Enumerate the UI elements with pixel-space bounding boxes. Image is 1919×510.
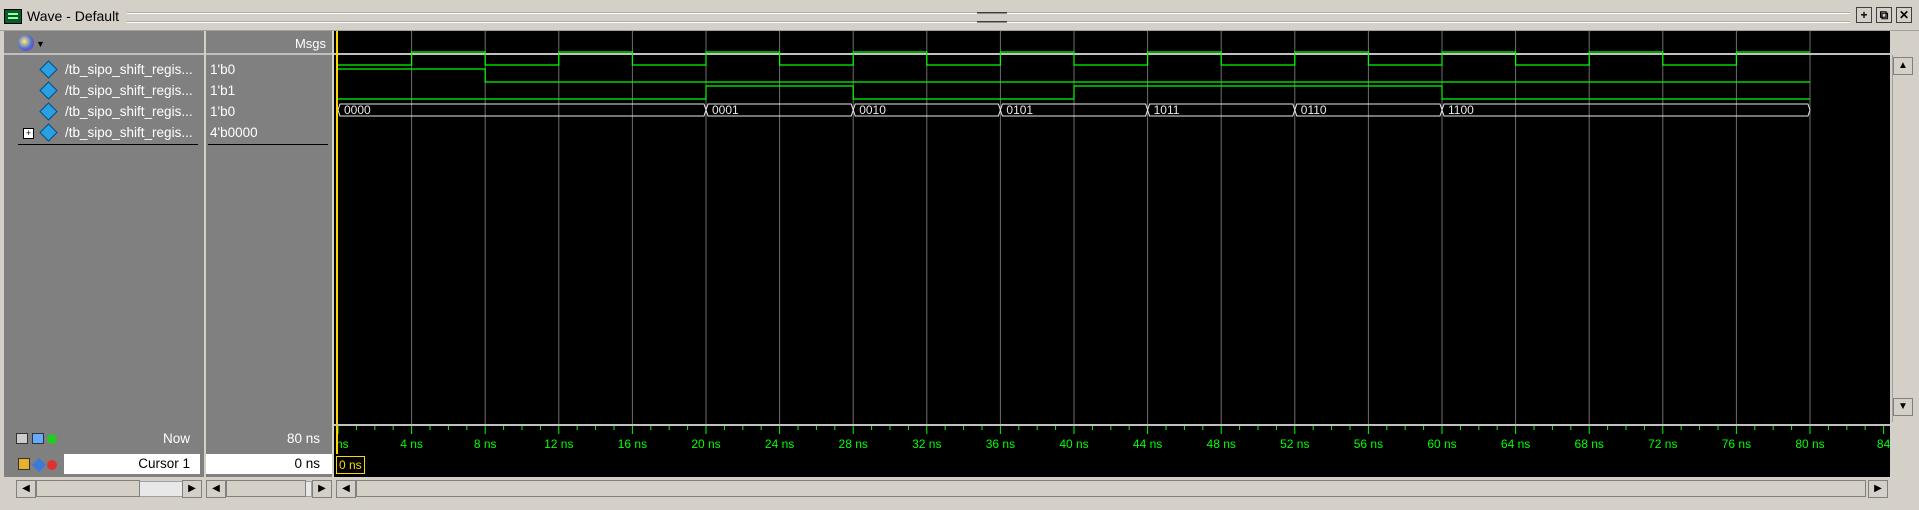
ruler-tick-label: 36 ns xyxy=(986,437,1015,451)
waveform-canvas[interactable]: 0000 0001 0010 0101 1011 0110 1100 xyxy=(334,31,1890,424)
now-toolbar-icons[interactable] xyxy=(16,432,60,444)
ruler-tick-label: 20 ns xyxy=(691,437,720,451)
waveform-header-strip xyxy=(1892,31,1914,55)
bus-segment xyxy=(337,103,707,117)
ruler-tick-label: 4 ns xyxy=(400,437,423,451)
signal-row-bus[interactable]: + /tb_sipo_shift_regis... xyxy=(4,123,204,143)
ruler-tick-label: 16 ns xyxy=(618,437,647,451)
ruler-tick-label: 64 ns xyxy=(1501,437,1530,451)
signal-name: /tb_sipo_shift_regis... xyxy=(65,125,193,140)
names-header: ▼ xyxy=(4,31,204,55)
scroll-up-icon[interactable]: ▲ xyxy=(1893,57,1913,75)
msgs-header: Msgs xyxy=(206,31,332,55)
waveform-hscrollbar[interactable]: ◀ ▶ xyxy=(334,478,1890,500)
digital-waveform xyxy=(338,51,1810,66)
msgs-label: Msgs xyxy=(294,36,326,51)
bus-value-label: 0010 xyxy=(859,103,886,117)
expand-plus-icon[interactable]: + xyxy=(23,128,34,139)
vertical-scrollbar[interactable]: ▲ ▼ xyxy=(1892,55,1914,422)
ruler-tick-label: 68 ns xyxy=(1575,437,1604,451)
ruler-tick-label: 60 ns xyxy=(1427,437,1456,451)
signal-row[interactable]: /tb_sipo_shift_regis... xyxy=(4,60,204,80)
ruler-tick-label: 12 ns xyxy=(544,437,573,451)
timeline-ruler[interactable]: ns 4 ns 8 ns 12 ns 16 ns 20 ns 24 ns 28 ns 32 ns… xyxy=(334,424,1890,477)
signal-diamond-icon xyxy=(39,60,58,79)
ruler-tick-label: 84 xyxy=(1877,437,1890,451)
signal-row[interactable]: /tb_sipo_shift_regis... xyxy=(4,81,204,101)
now-value: 80 ns xyxy=(286,431,320,446)
bus-value-label: 0110 xyxy=(1301,103,1327,117)
titlebar-grip-left xyxy=(127,12,977,23)
ruler-tick-label: 80 ns xyxy=(1795,437,1824,451)
bus-value-label: 0000 xyxy=(344,103,371,117)
now-label: Now xyxy=(162,431,190,446)
scroll-left-icon[interactable]: ◀ xyxy=(336,480,356,498)
titlebar-grip-center[interactable] xyxy=(977,12,1007,23)
undock-icon[interactable]: ⧉ xyxy=(1876,7,1892,23)
signal-name: /tb_sipo_shift_regis... xyxy=(65,104,193,119)
signal-value: 1'b0 xyxy=(210,62,236,77)
ruler-tick-label: 28 ns xyxy=(839,437,868,451)
wave-tools-icon[interactable] xyxy=(18,35,34,51)
scroll-thumb[interactable] xyxy=(36,480,140,497)
ruler-tick-label: 56 ns xyxy=(1354,437,1383,451)
names-hscrollbar[interactable]: ◀ ▶ xyxy=(4,478,204,500)
time-ruler[interactable]: ns 4 ns 8 ns 12 ns 16 ns 20 ns 24 ns 28 ns 32 ns… xyxy=(334,424,1890,477)
wave-app-icon xyxy=(4,9,22,24)
signal-diamond-icon xyxy=(39,123,58,142)
cursor-toolbar-icons[interactable] xyxy=(18,457,62,473)
scroll-left-icon[interactable]: ◀ xyxy=(206,480,226,498)
window-title: Wave - Default xyxy=(27,8,120,24)
signal-value: 1'b1 xyxy=(210,83,236,98)
signal-diamond-icon xyxy=(39,81,58,100)
bus-value-label: 1011 xyxy=(1154,103,1180,117)
signal-value: 1'b0 xyxy=(210,104,236,119)
cursor-value-field[interactable]: 0 ns xyxy=(206,454,332,474)
ruler-tick-label: 32 ns xyxy=(912,437,941,451)
ruler-tick-label: 48 ns xyxy=(1207,437,1236,451)
scroll-right-icon[interactable]: ▶ xyxy=(312,480,332,498)
ruler-tick-label: 72 ns xyxy=(1648,437,1677,451)
bus-value-label: 0101 xyxy=(1006,103,1033,117)
close-icon[interactable]: ✕ xyxy=(1896,7,1912,23)
add-pane-icon[interactable]: + xyxy=(1856,7,1872,23)
ruler-tick-label: 76 ns xyxy=(1722,437,1751,451)
chevron-down-icon[interactable]: ▼ xyxy=(36,39,45,49)
signal-value: 4'b0000 xyxy=(210,125,258,140)
row-divider xyxy=(18,144,198,145)
cursor-values-pane: 80 ns 0 ns xyxy=(206,424,332,477)
signal-names-pane[interactable]: ▼ /tb_sipo_shift_regis... /tb_sipo_shift… xyxy=(4,31,204,424)
cursor-time-marker[interactable]: 0 ns xyxy=(336,456,365,474)
ruler-tick-label: 8 ns xyxy=(474,437,497,451)
scroll-right-icon[interactable]: ▶ xyxy=(182,480,202,498)
scroll-down-icon[interactable]: ▼ xyxy=(1893,398,1913,416)
signal-values-pane[interactable]: Msgs 1'b0 1'b1 1'b0 4'b0000 xyxy=(206,31,332,424)
ruler-tick-label: 40 ns xyxy=(1059,437,1088,451)
titlebar-grip-right xyxy=(1007,12,1850,23)
bus-segment xyxy=(1441,103,1811,117)
waveform-pane[interactable]: 0000 0001 0010 0101 1011 0110 1100 xyxy=(334,31,1890,424)
values-hscrollbar[interactable]: ◀ ▶ xyxy=(206,478,332,500)
ruler-tick-label: 52 ns xyxy=(1280,437,1309,451)
bus-value-label: 0001 xyxy=(712,103,739,117)
ruler-tick-label: 24 ns xyxy=(765,437,794,451)
cursor-value: 0 ns xyxy=(294,456,320,471)
row-divider xyxy=(208,144,328,145)
window-titlebar[interactable]: Wave - Default + ⧉ ✕ xyxy=(0,0,1919,31)
signal-name: /tb_sipo_shift_regis... xyxy=(65,62,193,77)
ruler-tick-label: 44 ns xyxy=(1133,437,1162,451)
scroll-left-icon[interactable]: ◀ xyxy=(16,480,36,498)
scroll-thumb[interactable] xyxy=(226,480,306,497)
bus-value-label: 1100 xyxy=(1448,103,1474,117)
cursor-names-pane: Now Cursor 1 xyxy=(4,424,204,477)
scroll-right-icon[interactable]: ▶ xyxy=(1868,480,1888,498)
cursor-name-field[interactable]: Cursor 1 xyxy=(64,454,200,474)
signal-row[interactable]: /tb_sipo_shift_regis... xyxy=(4,102,204,122)
scroll-thumb[interactable] xyxy=(356,480,1866,497)
cursor-label: Cursor 1 xyxy=(138,456,190,471)
signal-name: /tb_sipo_shift_regis... xyxy=(65,83,193,98)
signal-diamond-icon xyxy=(39,102,58,121)
